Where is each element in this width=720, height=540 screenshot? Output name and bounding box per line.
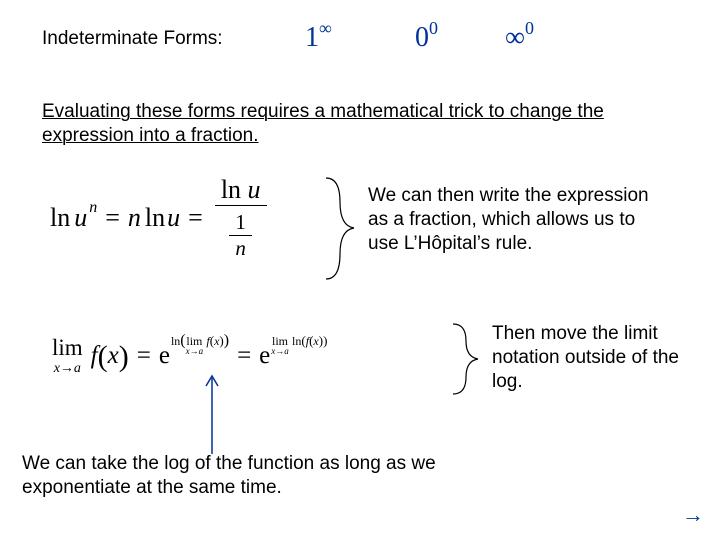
fraction-lnu-over-1n: ln u 1 n bbox=[215, 175, 267, 261]
equation-exp-log-limit: lim x→a f (x) = e ln(limx→a f(x)) = e li… bbox=[52, 335, 327, 377]
brace-icon bbox=[448, 322, 484, 396]
indeterminate-form-1: 1∞ bbox=[305, 22, 332, 54]
indeterminate-form-3: ∞0 bbox=[505, 22, 534, 54]
lim-operator: lim x→a bbox=[52, 335, 83, 377]
title-text: Indeterminate Forms: bbox=[42, 28, 223, 50]
brace-icon bbox=[320, 176, 360, 281]
equation-log-rewrite: ln un = n ln u = ln u 1 n bbox=[50, 175, 271, 261]
explain-move-limit-text: Then move the limit notation outside of … bbox=[492, 322, 682, 393]
intro-paragraph: Evaluating these forms requires a mathem… bbox=[42, 100, 662, 148]
explain-fraction-text: We can then write the expression as a fr… bbox=[368, 184, 658, 255]
exponent-ln-lim: ln(limx→a f(x)) bbox=[171, 332, 229, 356]
footnote-paragraph: We can take the log of the function as l… bbox=[22, 452, 542, 500]
slide: Indeterminate Forms: 1∞ 00 ∞0 Evaluating… bbox=[0, 0, 720, 540]
indeterminate-form-2: 00 bbox=[415, 22, 438, 54]
arrow-icon bbox=[200, 370, 224, 456]
exponent-lim-ln: limx→a ln(f(x)) bbox=[271, 333, 327, 356]
next-slide-arrow-icon: → bbox=[682, 502, 704, 528]
title-row: Indeterminate Forms: bbox=[42, 28, 223, 50]
